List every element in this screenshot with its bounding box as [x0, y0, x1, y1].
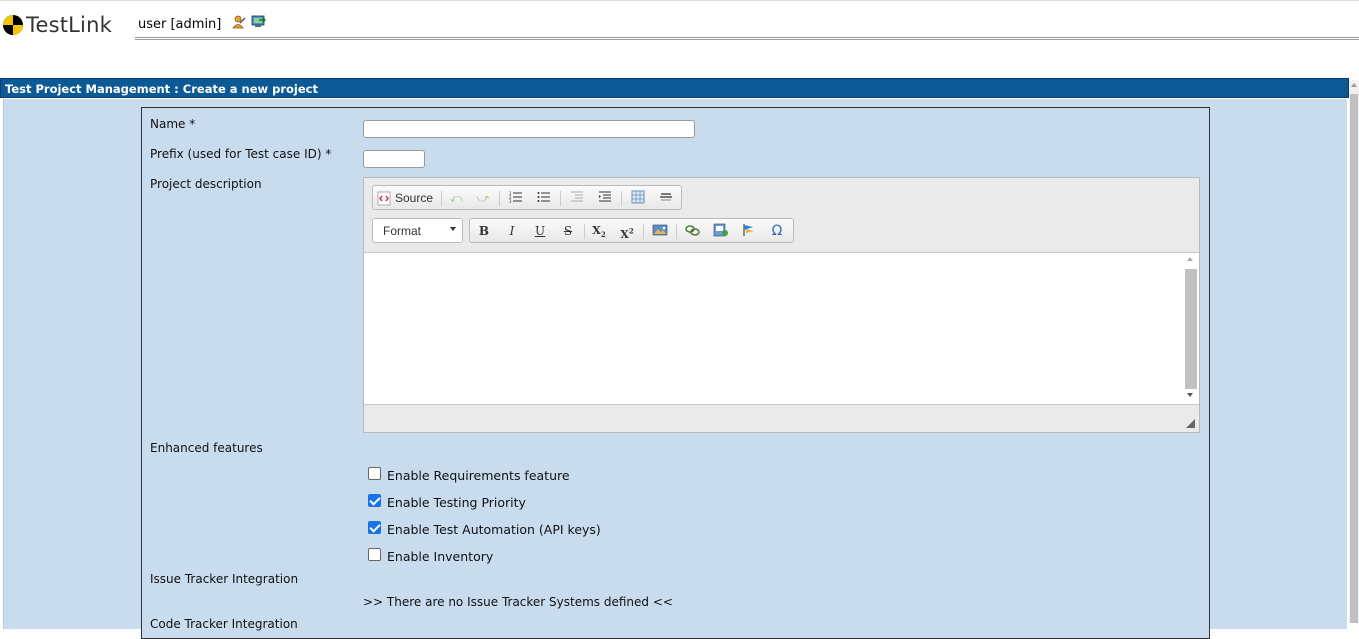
- image-button[interactable]: [651, 223, 669, 239]
- italic-button[interactable]: I: [503, 223, 521, 239]
- strikethrough-button[interactable]: S: [559, 223, 577, 239]
- inventory-checkbox[interactable]: [368, 548, 381, 561]
- media-icon: [713, 223, 728, 237]
- bulleted-list-icon: [537, 192, 550, 202]
- bold-button[interactable]: B: [475, 223, 493, 239]
- link-icon: [685, 225, 700, 236]
- chevron-down-icon: [450, 227, 456, 231]
- subscript-icon: X2: [592, 224, 606, 240]
- user-bar: user [admin]: [135, 11, 1359, 40]
- media-button[interactable]: [712, 223, 730, 239]
- numbered-list-button[interactable]: 123: [507, 190, 525, 206]
- editor-toolbar-row2: B I U S X2 X2 Ω: [469, 218, 794, 243]
- undo-icon: ⤺: [449, 191, 463, 205]
- logout-icon[interactable]: [251, 14, 266, 29]
- resize-grip-icon[interactable]: [1186, 419, 1195, 428]
- flag-icon: [743, 224, 754, 236]
- issue-tracker-label: Issue Tracker Integration: [150, 572, 299, 586]
- strikethrough-icon: S: [563, 224, 573, 238]
- horizontal-rule-icon: [660, 193, 672, 201]
- omega-icon: Ω: [771, 223, 783, 239]
- anchor-button[interactable]: [740, 223, 758, 239]
- name-label: Name *: [150, 117, 196, 131]
- table-button[interactable]: [629, 190, 647, 206]
- italic-icon: I: [509, 224, 515, 238]
- increase-indent-icon: [599, 191, 611, 202]
- test-automation-checkbox[interactable]: [368, 521, 381, 534]
- table-icon: [631, 190, 645, 204]
- bulleted-list-button[interactable]: [535, 190, 553, 206]
- decrease-indent-icon: [571, 191, 583, 202]
- svg-text:3: 3: [509, 199, 512, 204]
- format-label: Format: [383, 224, 422, 238]
- format-dropdown[interactable]: Format: [372, 218, 463, 243]
- enhanced-features-label: Enhanced features: [150, 441, 263, 455]
- logo-icon: [3, 15, 23, 35]
- inventory-label: Enable Inventory: [387, 549, 494, 564]
- editor-toolbar-row1: Source ⤺ ⤻ 123: [372, 185, 682, 210]
- testlink-logo[interactable]: TestLink: [3, 13, 112, 37]
- subscript-button[interactable]: X2: [590, 223, 608, 239]
- username-label: user [admin]: [138, 17, 222, 32]
- numbered-list-icon: 123: [509, 191, 522, 204]
- name-input[interactable]: [363, 120, 695, 138]
- logo-text: TestLink: [26, 13, 112, 37]
- editor-content-area[interactable]: [364, 252, 1199, 405]
- page-title: Test Project Management : Create a new p…: [0, 78, 1349, 98]
- source-icon: [377, 191, 391, 205]
- decrease-indent-button[interactable]: [568, 190, 586, 206]
- horizontal-rule-button[interactable]: [657, 190, 675, 206]
- testing-priority-checkbox[interactable]: [368, 494, 381, 507]
- requirements-checkbox[interactable]: [368, 467, 381, 480]
- description-editor: Source ⤺ ⤻ 123 Format B I U S X2 X2 Ω: [363, 177, 1200, 433]
- superscript-button[interactable]: X2: [618, 223, 636, 241]
- code-tracker-label: Code Tracker Integration: [150, 617, 298, 631]
- page-scroll-up-icon[interactable]: [1351, 83, 1357, 87]
- testing-priority-label: Enable Testing Priority: [387, 495, 526, 510]
- increase-indent-button[interactable]: [596, 190, 614, 206]
- image-icon: [652, 224, 668, 236]
- underline-button[interactable]: U: [531, 223, 549, 239]
- create-project-form: Name * Prefix (used for Test case ID) * …: [141, 107, 1210, 639]
- special-char-button[interactable]: Ω: [768, 223, 786, 239]
- top-bar: TestLink user [admin]: [0, 0, 1359, 45]
- redo-button[interactable]: ⤻: [474, 190, 492, 206]
- superscript-icon: X2: [620, 226, 634, 241]
- underline-icon: U: [534, 224, 546, 238]
- user-settings-icon[interactable]: [231, 14, 246, 29]
- prefix-label: Prefix (used for Test case ID) *: [150, 147, 332, 161]
- undo-button[interactable]: ⤺: [447, 190, 465, 206]
- page-scrollbar[interactable]: [1349, 80, 1359, 623]
- prefix-input[interactable]: [363, 150, 425, 168]
- link-button[interactable]: [684, 223, 702, 239]
- test-automation-label: Enable Test Automation (API keys): [387, 522, 601, 537]
- issue-tracker-message: >> There are no Issue Tracker Systems de…: [363, 595, 673, 609]
- bold-icon: B: [478, 224, 490, 238]
- source-button[interactable]: Source: [377, 190, 433, 206]
- requirements-label: Enable Requirements feature: [387, 468, 570, 483]
- redo-icon: ⤻: [476, 191, 490, 205]
- description-label: Project description: [150, 177, 262, 191]
- page-scroll-thumb[interactable]: [1350, 94, 1358, 623]
- source-label: Source: [395, 191, 434, 205]
